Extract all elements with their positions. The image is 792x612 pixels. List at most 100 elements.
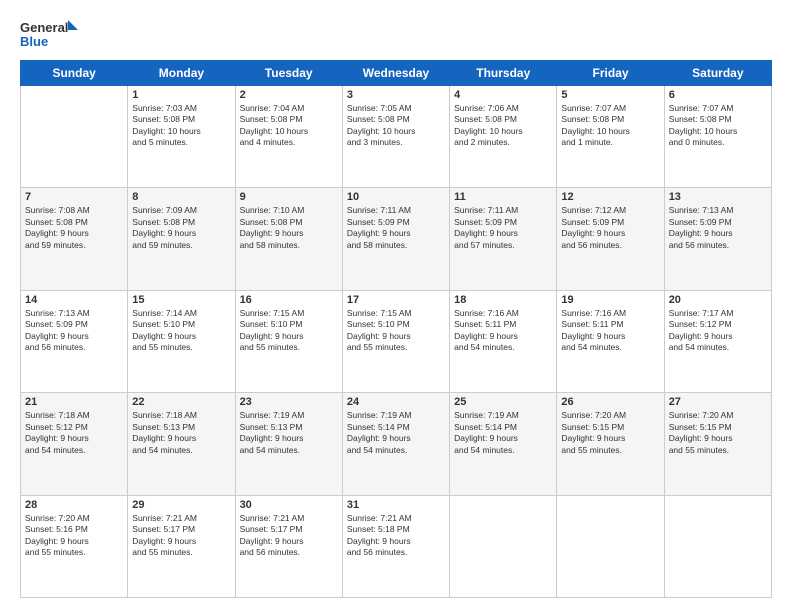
day-info: Sunrise: 7:21 AM Sunset: 5:17 PM Dayligh… [132, 513, 230, 559]
weekday-header-tuesday: Tuesday [235, 61, 342, 86]
calendar-cell: 8Sunrise: 7:09 AM Sunset: 5:08 PM Daylig… [128, 188, 235, 290]
day-info: Sunrise: 7:16 AM Sunset: 5:11 PM Dayligh… [454, 308, 552, 354]
day-number: 13 [669, 191, 767, 203]
day-number: 7 [25, 191, 123, 203]
day-info: Sunrise: 7:21 AM Sunset: 5:18 PM Dayligh… [347, 513, 445, 559]
day-number: 21 [25, 396, 123, 408]
calendar-cell: 26 Sunrise: 7:20 AM Sunset: 5:15 PM Dayli… [557, 393, 664, 495]
day-info: Sunrise: 7:13 AM Sunset: 5:09 PM Dayligh… [25, 308, 123, 354]
day-number: 27 [669, 396, 767, 408]
calendar-cell: 3 Sunrise: 7:05 AM Sunset: 5:08 PM Daylig… [342, 86, 449, 188]
calendar-cell: 15 Sunrise: 7:14 AM Sunset: 5:10 PM Dayli… [128, 290, 235, 392]
logo-svg: GeneralBlue [20, 18, 80, 50]
calendar-cell: 30Sunrise: 7:21 AM Sunset: 5:17 PM Dayli… [235, 495, 342, 597]
day-number: 4 [454, 89, 552, 101]
calendar-cell: 2 Sunrise: 7:04 AM Sunset: 5:08 PM Daylig… [235, 86, 342, 188]
calendar-cell: 6Sunrise: 7:07 AM Sunset: 5:08 PM Daylig… [664, 86, 771, 188]
calendar-cell: 20 Sunrise: 7:17 AM Sunset: 5:12 PM Dayli… [664, 290, 771, 392]
day-number: 3 [347, 89, 445, 101]
day-info: Sunrise: 7:19 AM Sunset: 5:14 PM Dayligh… [454, 410, 552, 456]
calendar-cell: 1 Sunrise: 7:03 AM Sunset: 5:08 PM Daylig… [128, 86, 235, 188]
day-number: 26 [561, 396, 659, 408]
day-number: 12 [561, 191, 659, 203]
day-info: Sunrise: 7:17 AM Sunset: 5:12 PM Dayligh… [669, 308, 767, 354]
day-info: Sunrise: 7:12 AM Sunset: 5:09 PM Dayligh… [561, 205, 659, 251]
day-number: 9 [240, 191, 338, 203]
calendar-week-row: 28 Sunrise: 7:20 AM Sunset: 5:16 PM Dayli… [21, 495, 772, 597]
calendar-cell: 18 Sunrise: 7:16 AM Sunset: 5:11 PM Dayli… [450, 290, 557, 392]
calendar-cell: 22 Sunrise: 7:18 AM Sunset: 5:13 PM Dayli… [128, 393, 235, 495]
calendar-cell: 10 Sunrise: 7:11 AM Sunset: 5:09 PM Dayli… [342, 188, 449, 290]
day-info: Sunrise: 7:20 AM Sunset: 5:15 PM Dayligh… [669, 410, 767, 456]
day-number: 25 [454, 396, 552, 408]
day-number: 14 [25, 294, 123, 306]
day-info: Sunrise: 7:19 AM Sunset: 5:14 PM Dayligh… [347, 410, 445, 456]
calendar-week-row: 7Sunrise: 7:08 AM Sunset: 5:08 PM Daylig… [21, 188, 772, 290]
calendar-cell: 11Sunrise: 7:11 AM Sunset: 5:09 PM Dayli… [450, 188, 557, 290]
calendar-cell: 17 Sunrise: 7:15 AM Sunset: 5:10 PM Dayli… [342, 290, 449, 392]
calendar-cell: 12 Sunrise: 7:12 AM Sunset: 5:09 PM Dayli… [557, 188, 664, 290]
calendar-cell: 13 Sunrise: 7:13 AM Sunset: 5:09 PM Dayli… [664, 188, 771, 290]
logo: GeneralBlue [20, 18, 80, 50]
day-info: Sunrise: 7:07 AM Sunset: 5:08 PM Dayligh… [669, 103, 767, 149]
calendar-cell: 25 Sunrise: 7:19 AM Sunset: 5:14 PM Dayli… [450, 393, 557, 495]
day-number: 17 [347, 294, 445, 306]
calendar-cell [21, 86, 128, 188]
day-number: 30 [240, 499, 338, 511]
svg-text:Blue: Blue [20, 34, 48, 49]
calendar-week-row: 14 Sunrise: 7:13 AM Sunset: 5:09 PM Dayli… [21, 290, 772, 392]
calendar-cell: 28 Sunrise: 7:20 AM Sunset: 5:16 PM Dayli… [21, 495, 128, 597]
day-info: Sunrise: 7:11 AM Sunset: 5:09 PM Dayligh… [454, 205, 552, 251]
day-info: Sunrise: 7:16 AM Sunset: 5:11 PM Dayligh… [561, 308, 659, 354]
day-info: Sunrise: 7:13 AM Sunset: 5:09 PM Dayligh… [669, 205, 767, 251]
svg-text:General: General [20, 20, 68, 35]
day-number: 19 [561, 294, 659, 306]
calendar-cell: 16Sunrise: 7:15 AM Sunset: 5:10 PM Dayli… [235, 290, 342, 392]
calendar-cell: 5 Sunrise: 7:07 AM Sunset: 5:08 PM Daylig… [557, 86, 664, 188]
day-info: Sunrise: 7:20 AM Sunset: 5:16 PM Dayligh… [25, 513, 123, 559]
day-number: 20 [669, 294, 767, 306]
day-info: Sunrise: 7:03 AM Sunset: 5:08 PM Dayligh… [132, 103, 230, 149]
day-number: 2 [240, 89, 338, 101]
day-info: Sunrise: 7:20 AM Sunset: 5:15 PM Dayligh… [561, 410, 659, 456]
day-info: Sunrise: 7:04 AM Sunset: 5:08 PM Dayligh… [240, 103, 338, 149]
calendar-cell: 4 Sunrise: 7:06 AM Sunset: 5:08 PM Daylig… [450, 86, 557, 188]
day-info: Sunrise: 7:09 AM Sunset: 5:08 PM Dayligh… [132, 205, 230, 251]
day-info: Sunrise: 7:07 AM Sunset: 5:08 PM Dayligh… [561, 103, 659, 149]
day-number: 5 [561, 89, 659, 101]
calendar-cell: 27 Sunrise: 7:20 AM Sunset: 5:15 PM Dayli… [664, 393, 771, 495]
weekday-header-friday: Friday [557, 61, 664, 86]
day-info: Sunrise: 7:05 AM Sunset: 5:08 PM Dayligh… [347, 103, 445, 149]
day-number: 31 [347, 499, 445, 511]
day-number: 1 [132, 89, 230, 101]
day-info: Sunrise: 7:14 AM Sunset: 5:10 PM Dayligh… [132, 308, 230, 354]
weekday-header-sunday: Sunday [21, 61, 128, 86]
calendar-cell: 9 Sunrise: 7:10 AM Sunset: 5:08 PM Daylig… [235, 188, 342, 290]
calendar-cell: 7Sunrise: 7:08 AM Sunset: 5:08 PM Daylig… [21, 188, 128, 290]
day-info: Sunrise: 7:11 AM Sunset: 5:09 PM Dayligh… [347, 205, 445, 251]
calendar-cell: 23Sunrise: 7:19 AM Sunset: 5:13 PM Dayli… [235, 393, 342, 495]
day-info: Sunrise: 7:18 AM Sunset: 5:13 PM Dayligh… [132, 410, 230, 456]
calendar-week-row: 21 Sunrise: 7:18 AM Sunset: 5:12 PM Dayli… [21, 393, 772, 495]
calendar-cell: 14 Sunrise: 7:13 AM Sunset: 5:09 PM Dayli… [21, 290, 128, 392]
weekday-header-row: SundayMondayTuesdayWednesdayThursdayFrid… [21, 61, 772, 86]
calendar-cell: 31 Sunrise: 7:21 AM Sunset: 5:18 PM Dayli… [342, 495, 449, 597]
day-number: 15 [132, 294, 230, 306]
day-info: Sunrise: 7:10 AM Sunset: 5:08 PM Dayligh… [240, 205, 338, 251]
day-number: 10 [347, 191, 445, 203]
header: GeneralBlue [20, 18, 772, 50]
calendar-cell: 24 Sunrise: 7:19 AM Sunset: 5:14 PM Dayli… [342, 393, 449, 495]
day-number: 18 [454, 294, 552, 306]
day-number: 22 [132, 396, 230, 408]
day-number: 24 [347, 396, 445, 408]
weekday-header-monday: Monday [128, 61, 235, 86]
day-number: 28 [25, 499, 123, 511]
calendar-table: SundayMondayTuesdayWednesdayThursdayFrid… [20, 60, 772, 598]
calendar-cell [664, 495, 771, 597]
day-info: Sunrise: 7:18 AM Sunset: 5:12 PM Dayligh… [25, 410, 123, 456]
calendar-week-row: 1 Sunrise: 7:03 AM Sunset: 5:08 PM Daylig… [21, 86, 772, 188]
day-info: Sunrise: 7:15 AM Sunset: 5:10 PM Dayligh… [347, 308, 445, 354]
page: GeneralBlue SundayMondayTuesdayWednesday… [0, 0, 792, 612]
calendar-cell [450, 495, 557, 597]
day-info: Sunrise: 7:06 AM Sunset: 5:08 PM Dayligh… [454, 103, 552, 149]
